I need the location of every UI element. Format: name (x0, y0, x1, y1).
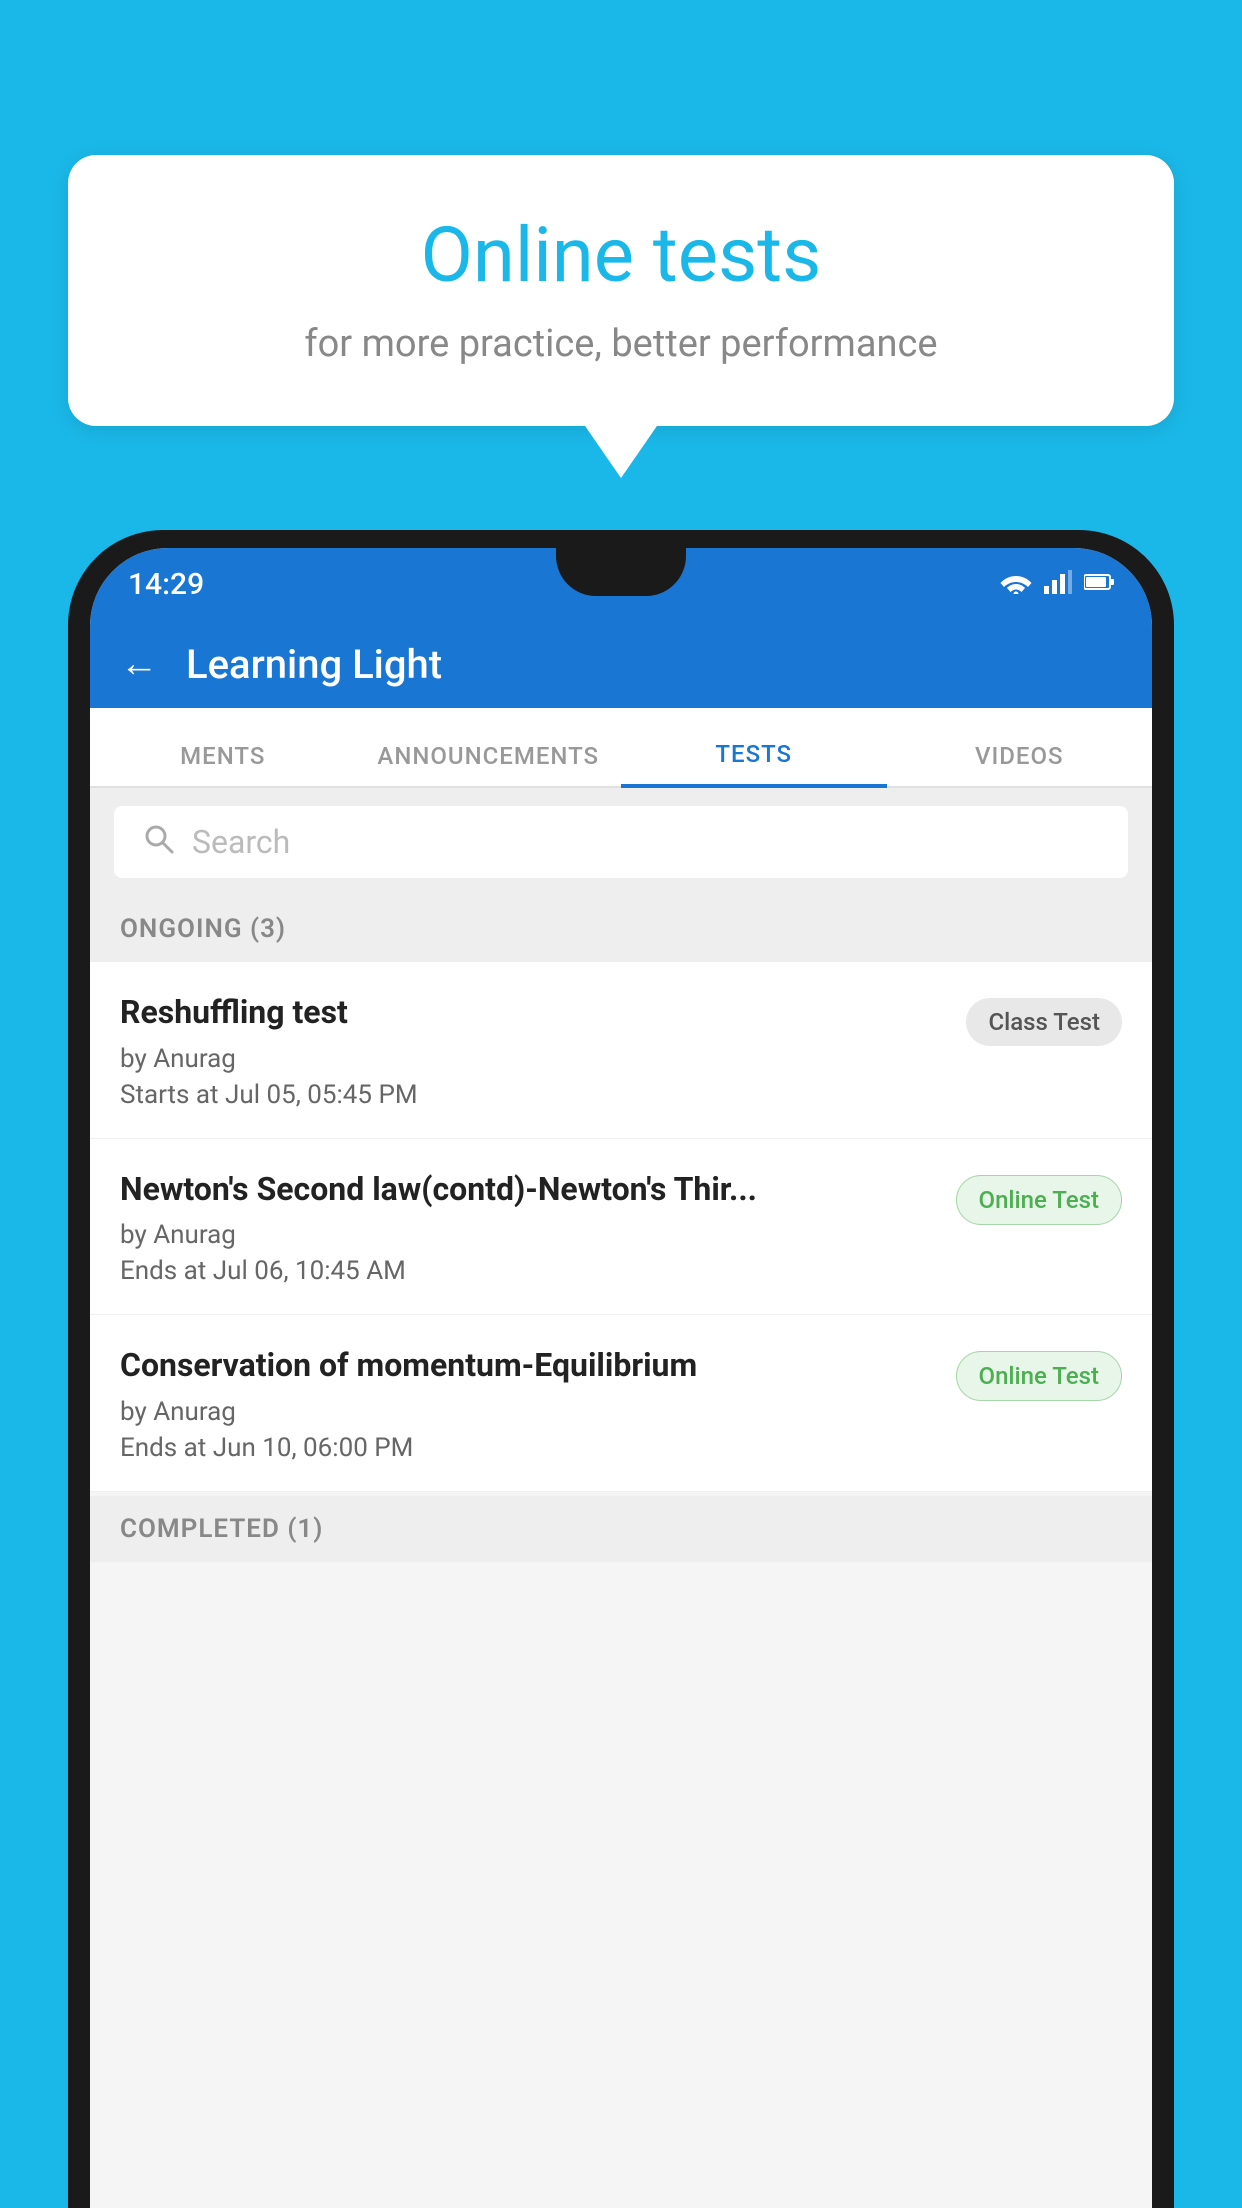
phone-screen: 14:29 (90, 548, 1152, 2208)
tab-tests[interactable]: TESTS (621, 740, 887, 788)
test-badge-1: Class Test (966, 998, 1122, 1046)
search-bar[interactable]: Search (114, 806, 1128, 878)
test-author-1: by Anurag (120, 1044, 946, 1074)
ongoing-section-title: ONGOING (3) (120, 914, 286, 944)
test-badge-2: Online Test (956, 1175, 1122, 1225)
app-header: ← Learning Light (90, 620, 1152, 708)
test-time-1: Starts at Jul 05, 05:45 PM (120, 1080, 946, 1110)
test-info-2: Newton's Second law(contd)-Newton's Thir… (120, 1169, 956, 1287)
battery-icon (1084, 573, 1114, 595)
tabs-bar: MENTS ANNOUNCEMENTS TESTS VIDEOS (90, 708, 1152, 788)
ongoing-section-header: ONGOING (3) (90, 896, 1152, 962)
completed-section-header: COMPLETED (1) (90, 1496, 1152, 1562)
test-time-2: Ends at Jul 06, 10:45 AM (120, 1256, 936, 1286)
speech-bubble-container: Online tests for more practice, better p… (68, 155, 1174, 426)
phone-frame: 14:29 (68, 530, 1174, 2208)
wifi-icon (1000, 570, 1032, 598)
signal-icon (1044, 570, 1072, 598)
search-icon (142, 822, 174, 863)
completed-section-title: COMPLETED (1) (120, 1514, 323, 1544)
test-author-2: by Anurag (120, 1220, 936, 1250)
bubble-title: Online tests (128, 210, 1114, 300)
test-time-3: Ends at Jun 10, 06:00 PM (120, 1433, 936, 1463)
test-badge-3: Online Test (956, 1351, 1122, 1401)
test-list: Reshuffling test by Anurag Starts at Jul… (90, 962, 1152, 1492)
test-item-1[interactable]: Reshuffling test by Anurag Starts at Jul… (90, 962, 1152, 1139)
status-time: 14:29 (128, 567, 204, 602)
test-author-3: by Anurag (120, 1397, 936, 1427)
tab-ments[interactable]: MENTS (90, 742, 356, 786)
test-name-2: Newton's Second law(contd)-Newton's Thir… (120, 1169, 936, 1211)
app-title: Learning Light (186, 641, 442, 688)
test-info-3: Conservation of momentum-Equilibrium by … (120, 1345, 956, 1463)
tab-videos[interactable]: VIDEOS (887, 742, 1153, 786)
test-item-3[interactable]: Conservation of momentum-Equilibrium by … (90, 1315, 1152, 1492)
status-icons (1000, 570, 1114, 598)
test-name-3: Conservation of momentum-Equilibrium (120, 1345, 936, 1387)
speech-bubble: Online tests for more practice, better p… (68, 155, 1174, 426)
test-info-1: Reshuffling test by Anurag Starts at Jul… (120, 992, 966, 1110)
back-button[interactable]: ← (120, 642, 158, 686)
tab-announcements[interactable]: ANNOUNCEMENTS (356, 742, 622, 786)
phone-notch (556, 548, 686, 596)
test-name-1: Reshuffling test (120, 992, 946, 1034)
test-item-2[interactable]: Newton's Second law(contd)-Newton's Thir… (90, 1139, 1152, 1316)
search-input-placeholder: Search (192, 823, 290, 861)
bubble-subtitle: for more practice, better performance (128, 322, 1114, 366)
search-container: Search (90, 788, 1152, 896)
